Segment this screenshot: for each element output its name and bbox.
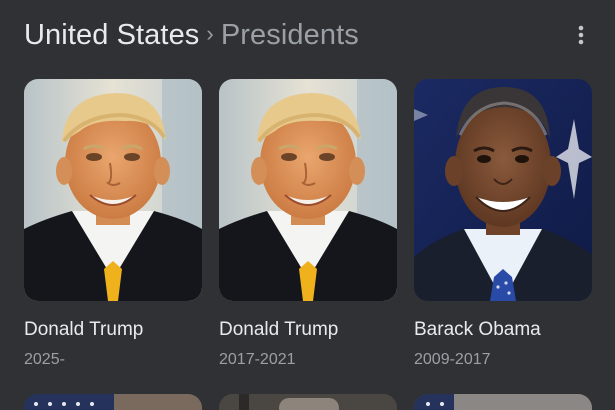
- president-card-donald-trump-2025[interactable]: Donald Trump 2025-: [24, 79, 202, 370]
- next-row-card-image[interactable]: [414, 394, 592, 410]
- breadcrumb-united-states-link[interactable]: United States: [24, 17, 199, 53]
- more-options-button[interactable]: [566, 20, 596, 50]
- card-name: Donald Trump: [24, 319, 144, 340]
- donald-trump-portrait-image: [24, 79, 202, 301]
- card-term-years: 2025-: [24, 351, 65, 368]
- barack-obama-portrait-image: [414, 79, 592, 301]
- president-card-donald-trump-2017[interactable]: Donald Trump 2017-2021: [219, 79, 397, 370]
- president-card-barack-obama[interactable]: Barack Obama 2009-2017: [414, 79, 592, 370]
- card-term-years: 2009-2017: [414, 351, 491, 368]
- flag-portrait-image: [414, 394, 592, 410]
- breadcrumb-current-presidents: Presidents: [220, 19, 359, 51]
- more-vert-icon: [578, 25, 584, 45]
- card-name: Donald Trump: [219, 319, 339, 340]
- presidents-carousel-screen: United States › Presidents Donald Trump …: [0, 0, 615, 410]
- next-row-card-image[interactable]: [219, 394, 397, 410]
- donald-trump-portrait-image: [219, 79, 397, 301]
- portrait-top-image: [219, 394, 397, 410]
- breadcrumb: United States › Presidents: [24, 17, 359, 53]
- card-name: Barack Obama: [414, 319, 541, 340]
- breadcrumb-separator: ›: [206, 21, 214, 46]
- next-row-card-image[interactable]: [24, 394, 202, 410]
- card-term-years: 2017-2021: [219, 351, 296, 368]
- flag-stars-image: [24, 394, 202, 410]
